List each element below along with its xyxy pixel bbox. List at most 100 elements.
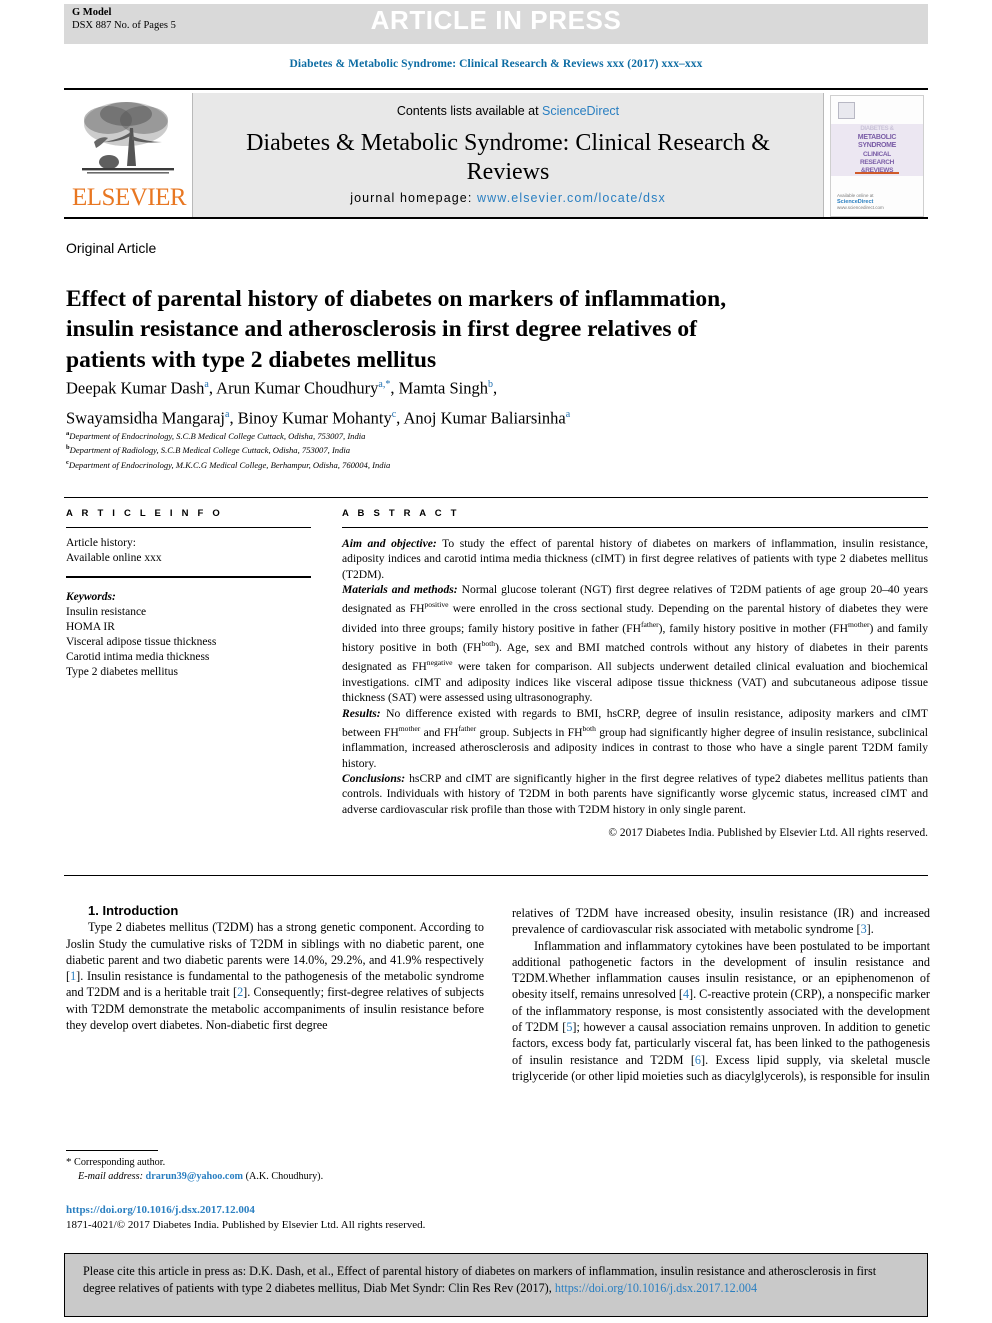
divider — [66, 527, 311, 528]
affiliation-text: Department of Endocrinology, M.K.C.G Med… — [68, 459, 391, 470]
reference-link[interactable]: 3 — [861, 922, 867, 936]
elsevier-tree-icon — [82, 102, 174, 174]
email-line: E-mail address: drarun39@yahoo.com (A.K.… — [66, 1170, 486, 1184]
abstract-section-text: No difference existed with regards to BM… — [342, 706, 928, 770]
article-history-line: Available online xxx — [66, 552, 162, 564]
contents-prefix: Contents lists available at — [396, 104, 543, 118]
divider — [66, 576, 311, 578]
body-paragraph: relatives of T2DM have increased obesity… — [512, 906, 930, 937]
cover-line-2: SYNDROME — [857, 142, 897, 149]
affiliation-item: cDepartment of Endocrinology, M.K.C.G Me… — [66, 457, 896, 471]
abstract-section: Materials and methods: Normal glucose to… — [342, 582, 928, 705]
keyword-item: Type 2 diabetes mellitus — [66, 666, 178, 678]
author-name: Arun Kumar Choudhury — [216, 378, 379, 398]
article-type-label: Original Article — [66, 240, 157, 256]
reference-link[interactable]: 5 — [566, 1020, 572, 1034]
body-column-left: 1. Introduction Type 2 diabetes mellitus… — [66, 903, 484, 1033]
cover-foot-url: www.sciencedirect.com — [837, 205, 884, 210]
abstract-section: Results: No difference existed with rega… — [342, 706, 928, 771]
keyword-item: Visceral adipose tissue thickness — [66, 636, 217, 648]
keyword-item: Insulin resistance — [66, 606, 147, 618]
asterisk-icon: * — [66, 1156, 72, 1168]
affiliation-text: Department of Radiology, S.C.B Medical C… — [69, 445, 351, 456]
cover-footer: Available online at ScienceDirect www.sc… — [837, 193, 884, 211]
corresponding-author-text: Corresponding author. — [74, 1157, 166, 1168]
article-page: G Model DSX 887 No. of Pages 5 ARTICLE I… — [0, 0, 992, 1323]
corresponding-author-footnote: * Corresponding author. E-mail address: … — [66, 1156, 486, 1183]
abstract-copyright: © 2017 Diabetes India. Published by Else… — [608, 827, 928, 840]
email-link[interactable]: drarun39@yahoo.com — [146, 1171, 244, 1182]
keyword-item: HOMA IR — [66, 621, 115, 633]
reference-link[interactable]: 4 — [683, 987, 689, 1001]
author-affil-mark: a — [225, 408, 230, 420]
section-heading-introduction: 1. Introduction — [88, 903, 179, 918]
please-cite-text: Please cite this article in press as: D.… — [83, 1263, 911, 1297]
keywords-block: Keywords: Insulin resistance HOMA IR Vis… — [66, 590, 311, 680]
reference-link[interactable]: 2 — [237, 985, 243, 999]
abstract-section: Conclusions: hsCRP and cIMT are signific… — [342, 771, 928, 817]
author-affil-mark: a — [204, 379, 209, 390]
cover-line-3: CLINICAL — [863, 151, 891, 158]
abstract-section-text: hsCRP and cIMT are significantly higher … — [342, 771, 928, 816]
abstract-top-rule — [64, 497, 928, 498]
keywords-title: Keywords: — [66, 591, 116, 603]
journal-homepage-line: journal homepage: www.elsevier.com/locat… — [193, 191, 823, 205]
sciencedirect-link[interactable]: ScienceDirect — [542, 104, 619, 118]
abstract-section-lead: Aim and objective: — [342, 537, 437, 550]
journal-cover-cell: DIABETES & METABOLIC SYNDROME CLINICAL R… — [823, 93, 928, 217]
article-history-title: Article history: — [66, 537, 136, 549]
abstract-section: Aim and objective: To study the effect o… — [342, 536, 928, 582]
reference-link[interactable]: 1 — [70, 969, 76, 983]
page-title: Effect of parental history of diabetes o… — [66, 285, 727, 373]
contents-available-line: Contents lists available at ScienceDirec… — [193, 104, 823, 118]
journal-cover-thumbnail: DIABETES & METABOLIC SYNDROME CLINICAL R… — [830, 95, 924, 217]
email-suffix: (A.K. Choudhury). — [243, 1170, 324, 1182]
divider — [342, 527, 928, 528]
abstract-section-text: Normal glucose tolerant (NGT) first degr… — [342, 583, 929, 705]
elsevier-logo-cell: ELSEVIER — [64, 93, 193, 217]
body-paragraph: Inflammation and inflammatory cytokines … — [512, 938, 931, 1083]
abstract-body: Aim and objective: To study the effect o… — [342, 536, 928, 842]
corresponding-author-line: * Corresponding author. — [66, 1156, 486, 1170]
reference-link[interactable]: 6 — [695, 1053, 701, 1067]
cover-line-4: RESEARCH — [859, 159, 895, 166]
email-label: E-mail address: — [78, 1170, 143, 1182]
abstract-column: A B S T R A C T Aim and objective: To st… — [342, 508, 928, 842]
homepage-label: journal homepage: — [350, 191, 478, 205]
cite-doi-link[interactable]: https://doi.org/10.1016/j.dsx.2017.12.00… — [555, 1281, 757, 1295]
homepage-url-link[interactable]: www.elsevier.com/locate/dsx — [477, 191, 666, 205]
doi-block: https://doi.org/10.1016/j.dsx.2017.12.00… — [66, 1203, 496, 1232]
footnote-rule — [66, 1150, 158, 1152]
author-affil-mark: a,* — [378, 379, 391, 390]
affiliation-text: Department of Endocrinology, S.C.B Medic… — [69, 430, 366, 441]
author-affil-mark: c — [391, 408, 397, 420]
abstract-section-lead: Materials and methods: — [342, 583, 458, 597]
body-top-rule — [64, 875, 928, 876]
doi-link[interactable]: https://doi.org/10.1016/j.dsx.2017.12.00… — [66, 1203, 496, 1218]
cite-prefix: Please cite this article in press as: D.… — [83, 1264, 877, 1295]
please-cite-box: Please cite this article in press as: D.… — [64, 1253, 928, 1317]
cover-logo-box — [838, 102, 855, 119]
keyword-item: Carotid intima media thickness — [66, 651, 210, 663]
author-name: Binoy Kumar Mohanty — [237, 408, 392, 427]
journal-masthead: ELSEVIER Contents lists available at Sci… — [64, 88, 928, 219]
issn-copyright-line: 1871-4021/© 2017 Diabetes India. Publish… — [66, 1218, 426, 1231]
article-history: Article history: Available online xxx — [66, 536, 311, 566]
article-in-press-title: ARTICLE IN PRESS — [370, 5, 622, 35]
author-name: Deepak Kumar Dash — [66, 378, 205, 398]
author-name: Mamta Singh — [398, 378, 488, 398]
author-affil-mark: a — [565, 408, 571, 420]
cover-accent-rule — [855, 172, 899, 174]
abstract-heading: A B S T R A C T — [342, 508, 460, 519]
author-name: Anoj Kumar Baliarsinha — [403, 408, 566, 427]
elsevier-wordmark: ELSEVIER — [72, 184, 187, 211]
article-info-column: A R T I C L E I N F O Article history: A… — [66, 508, 311, 680]
author-list: Deepak Kumar Dasha, Arun Kumar Choudhury… — [66, 378, 571, 428]
masthead-center: Contents lists available at ScienceDirec… — [193, 93, 823, 217]
body-column-right: relatives of T2DM have increased obesity… — [512, 905, 930, 1084]
body-paragraph: Type 2 diabetes mellitus (T2DM) has a st… — [66, 920, 484, 1033]
cover-line-1: METABOLIC — [857, 134, 897, 141]
author-name: Swayamsidha Mangaraj — [66, 408, 225, 427]
affiliation-list: aDepartment of Endocrinology, S.C.B Medi… — [66, 428, 896, 471]
affiliation-item: aDepartment of Endocrinology, S.C.B Medi… — [66, 428, 896, 442]
